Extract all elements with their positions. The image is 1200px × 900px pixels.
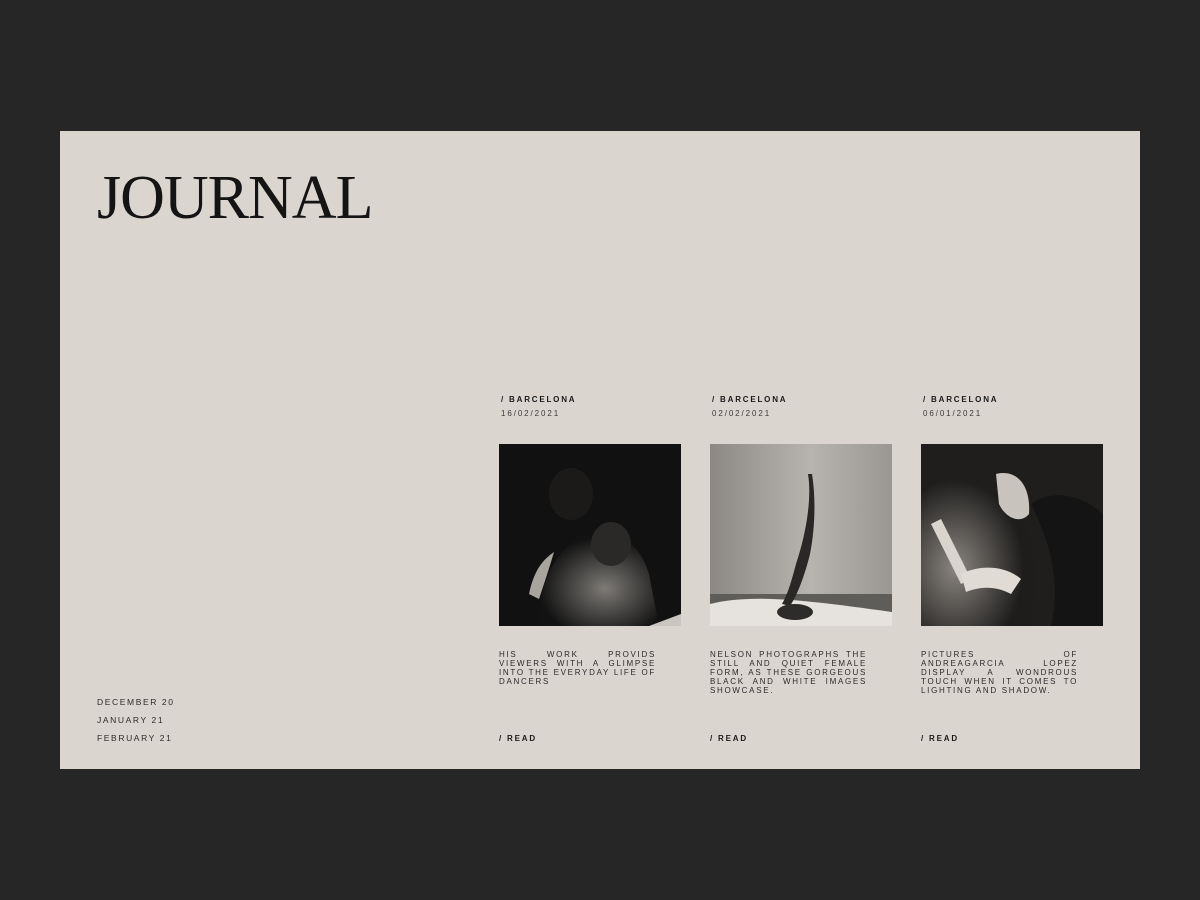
archive-link-january-21[interactable]: JANUARY 21: [97, 714, 175, 732]
journal-card: / BARCELONA 02/02/2021 NELSON PHOTOGRAPH…: [710, 395, 893, 743]
woman-torso-image: [921, 444, 1103, 626]
journal-card: / BARCELONA 06/01/2021 PICTURES OF ANDRE…: [921, 395, 1104, 743]
read-link[interactable]: / READ: [710, 734, 748, 743]
card-photo-legs-wall[interactable]: [710, 444, 892, 626]
card-description: PICTURES OF ANDREAGARCIA LOPEZ DISPLAY A…: [921, 650, 1078, 695]
archive-list: DECEMBER 20 JANUARY 21 FEBRUARY 21: [97, 696, 175, 750]
card-date: 02/02/2021: [712, 409, 772, 418]
archive-link-december-20[interactable]: DECEMBER 20: [97, 696, 175, 714]
journal-panel: JOURNAL DECEMBER 20 JANUARY 21 FEBRUARY …: [60, 131, 1140, 769]
dancer-legs-image: [710, 444, 892, 626]
journal-card: / BARCELONA 16/02/2021 HIS WORK PROVIDS …: [499, 395, 682, 743]
card-date: 06/01/2021: [923, 409, 983, 418]
card-date: 16/02/2021: [501, 409, 561, 418]
page-title: JOURNAL: [97, 164, 373, 232]
card-location: / BARCELONA: [501, 395, 577, 404]
card-description: HIS WORK PROVIDS VIEWERS WITH A GLIMPSE …: [499, 650, 656, 686]
woman-shoulder-image: [499, 444, 681, 626]
card-description: NELSON PHOTOGRAPHS THE STILL AND QUIET F…: [710, 650, 867, 695]
card-photo-shoulder[interactable]: [499, 444, 681, 626]
card-photo-torso[interactable]: [921, 444, 1103, 626]
read-link[interactable]: / READ: [499, 734, 537, 743]
card-location: / BARCELONA: [923, 395, 999, 404]
read-link[interactable]: / READ: [921, 734, 959, 743]
card-location: / BARCELONA: [712, 395, 788, 404]
archive-link-february-21[interactable]: FEBRUARY 21: [97, 732, 175, 750]
